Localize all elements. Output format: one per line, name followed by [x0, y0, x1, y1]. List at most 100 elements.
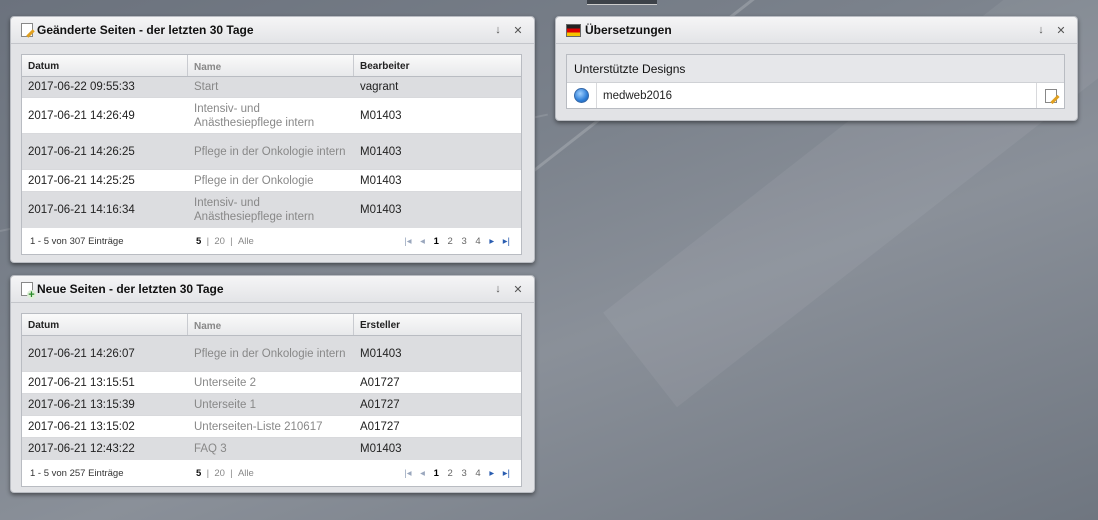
close-button[interactable]: ✕	[510, 283, 526, 296]
row-user: M01403	[360, 204, 402, 216]
table-row[interactable]: 2017-06-21 14:26:07 Pflege in der Onkolo…	[22, 336, 521, 372]
page-link[interactable]: 1	[434, 236, 439, 247]
page-size-5[interactable]: 5	[196, 468, 201, 479]
row-user: M01403	[360, 109, 402, 122]
page-size-all[interactable]: Alle	[238, 468, 254, 479]
changed-pages-table: Datum Name Bearbeiter 2017-06-22 09:55:3…	[21, 54, 522, 255]
column-header-editor[interactable]: Bearbeiter	[354, 55, 521, 76]
next-page-icon[interactable]: ▸	[489, 468, 494, 479]
top-tab-handle[interactable]	[587, 0, 657, 5]
row-date: 2017-06-21 12:43:22	[28, 443, 135, 455]
table-row[interactable]: 2017-06-21 13:15:39 Unterseite 1 A01727	[22, 394, 521, 416]
new-pages-widget: Neue Seiten - der letzten 30 Tage ↓ ✕ Da…	[10, 275, 535, 493]
row-date: 2017-06-21 14:26:07	[28, 347, 135, 360]
widget-title: Neue Seiten - der letzten 30 Tage	[37, 282, 224, 296]
page-link[interactable]: 2	[448, 236, 453, 247]
pager: 1 - 5 von 257 Einträge 5 | 20 | Alle |◂ …	[22, 460, 521, 486]
row-date: 2017-06-21 14:26:25	[28, 145, 135, 158]
widget-header[interactable]: Neue Seiten - der letzten 30 Tage ↓ ✕	[11, 276, 534, 303]
table-row[interactable]: 2017-06-22 09:55:33 Start vagrant	[22, 77, 521, 98]
edit-icon	[1044, 88, 1057, 103]
row-page-link[interactable]: Pflege in der Onkologie intern	[188, 336, 354, 371]
page-link[interactable]: 1	[434, 468, 439, 479]
page-link[interactable]: 3	[461, 468, 466, 479]
row-user: A01727	[360, 376, 400, 389]
page-navigation: |◂ ◂ 1 2 3 4 ▸ ▸|	[346, 236, 513, 247]
page-link[interactable]: 3	[461, 236, 466, 247]
page-size-selector: 5 | 20 | Alle	[196, 235, 254, 247]
first-page-icon[interactable]: |◂	[404, 468, 411, 479]
column-header-creator[interactable]: Ersteller	[354, 314, 521, 335]
row-page-link[interactable]: Pflege in der Onkologie intern	[188, 134, 354, 169]
table-row[interactable]: 2017-06-21 14:16:34 Intensiv- und Anästh…	[22, 192, 521, 228]
row-page-link[interactable]: Start	[188, 77, 354, 97]
record-count: 1 - 5 von 307 Einträge	[30, 235, 124, 247]
collapse-button[interactable]: ↓	[1033, 24, 1049, 36]
table-row[interactable]: 2017-06-21 13:15:02 Unterseiten-Liste 21…	[22, 416, 521, 438]
row-user: vagrant	[360, 81, 399, 93]
table-row[interactable]: 2017-06-21 12:43:22 FAQ 3 M01403	[22, 438, 521, 460]
row-user: M01403	[360, 145, 402, 158]
page-add-icon	[21, 282, 36, 299]
list-item[interactable]: medweb2016	[567, 83, 1064, 108]
page-size-20[interactable]: 20	[214, 236, 225, 247]
column-header-name[interactable]: Name	[188, 314, 354, 335]
flag-icon	[566, 23, 581, 37]
first-page-icon[interactable]: |◂	[404, 236, 411, 247]
pager: 1 - 5 von 307 Einträge 5 | 20 | Alle |◂ …	[22, 228, 521, 254]
last-page-icon[interactable]: ▸|	[503, 468, 510, 479]
row-user: M01403	[360, 174, 402, 187]
table-header: Datum Name Bearbeiter	[22, 55, 521, 77]
widget-header[interactable]: Übersetzungen ↓ ✕	[556, 17, 1077, 44]
section-heading: Unterstützte Designs	[567, 55, 1064, 83]
row-user: M01403	[360, 443, 402, 455]
page-link[interactable]: 4	[475, 236, 480, 247]
row-page-link[interactable]: Pflege in der Onkologie	[188, 170, 354, 191]
prev-page-icon[interactable]: ◂	[420, 468, 425, 479]
widget-header[interactable]: Geänderte Seiten - der letzten 30 Tage ↓…	[11, 17, 534, 44]
prev-page-icon[interactable]: ◂	[420, 236, 425, 247]
table-row[interactable]: 2017-06-21 14:26:25 Pflege in der Onkolo…	[22, 134, 521, 170]
row-date: 2017-06-22 09:55:33	[28, 81, 135, 93]
table-row[interactable]: 2017-06-21 14:26:49 Intensiv- und Anästh…	[22, 98, 521, 134]
page-link[interactable]: 2	[448, 468, 453, 479]
page-navigation: |◂ ◂ 1 2 3 4 ▸ ▸|	[346, 468, 513, 479]
row-page-link[interactable]: Unterseiten-Liste 210617	[188, 416, 354, 437]
row-page-link[interactable]: Intensiv- und Anästhesiepflege intern	[188, 98, 354, 133]
page-size-selector: 5 | 20 | Alle	[196, 467, 254, 479]
page-size-20[interactable]: 20	[214, 468, 225, 479]
page-edit-icon	[21, 23, 33, 37]
row-user: M01403	[360, 347, 402, 360]
translations-widget: Übersetzungen ↓ ✕ Unterstützte Designs m…	[555, 16, 1078, 121]
table-header: Datum Name Ersteller	[22, 314, 521, 336]
page-size-5[interactable]: 5	[196, 236, 201, 247]
column-header-date[interactable]: Datum	[22, 55, 188, 76]
column-header-date[interactable]: Datum	[22, 314, 188, 335]
page-size-all[interactable]: Alle	[238, 236, 254, 247]
row-page-link[interactable]: Unterseite 2	[188, 372, 354, 393]
row-page-link[interactable]: Unterseite 1	[188, 394, 354, 415]
collapse-button[interactable]: ↓	[490, 283, 506, 295]
globe-icon	[574, 88, 589, 103]
page-link[interactable]: 4	[475, 468, 480, 479]
record-count: 1 - 5 von 257 Einträge	[30, 467, 124, 479]
row-date: 2017-06-21 13:15:02	[28, 420, 135, 433]
row-page-link[interactable]: FAQ 3	[188, 438, 354, 460]
close-button[interactable]: ✕	[510, 24, 526, 37]
row-date: 2017-06-21 14:26:49	[28, 109, 135, 122]
widget-title: Geänderte Seiten - der letzten 30 Tage	[37, 23, 254, 37]
edit-button[interactable]	[1036, 83, 1064, 108]
next-page-icon[interactable]: ▸	[489, 236, 494, 247]
row-date: 2017-06-21 13:15:39	[28, 398, 135, 411]
collapse-button[interactable]: ↓	[490, 24, 506, 36]
new-pages-table: Datum Name Ersteller 2017-06-21 14:26:07…	[21, 313, 522, 487]
close-button[interactable]: ✕	[1053, 24, 1069, 37]
row-date: 2017-06-21 14:25:25	[28, 174, 135, 187]
table-row[interactable]: 2017-06-21 14:25:25 Pflege in der Onkolo…	[22, 170, 521, 192]
globe-icon-cell	[567, 83, 597, 108]
row-date: 2017-06-21 14:16:34	[28, 204, 135, 216]
row-page-link[interactable]: Intensiv- und Anästhesiepflege intern	[188, 192, 354, 228]
table-row[interactable]: 2017-06-21 13:15:51 Unterseite 2 A01727	[22, 372, 521, 394]
column-header-name[interactable]: Name	[188, 55, 354, 76]
last-page-icon[interactable]: ▸|	[503, 236, 510, 247]
